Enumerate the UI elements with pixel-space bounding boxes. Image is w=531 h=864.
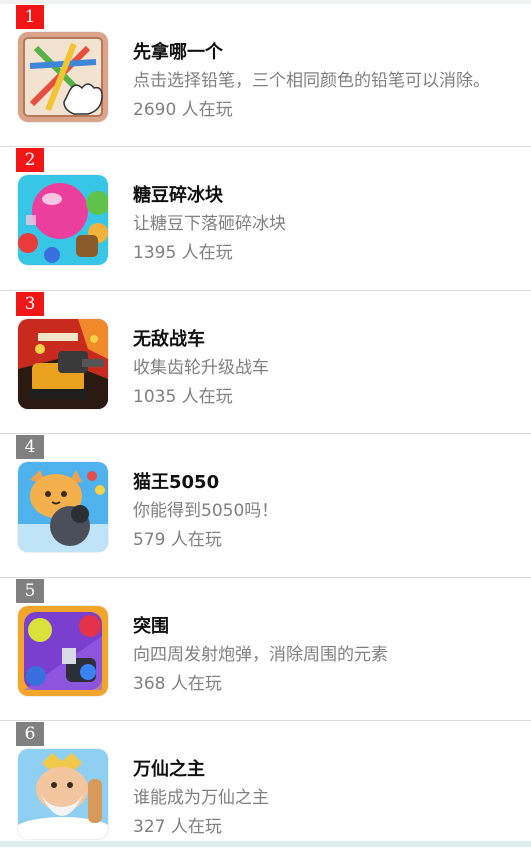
player-count: 368 人在玩 [133, 673, 222, 694]
player-count: 579 人在玩 [133, 530, 222, 551]
cannon-gems-icon[interactable] [18, 605, 108, 696]
candy-bubbles-icon[interactable] [18, 175, 108, 266]
cat-cannon-icon[interactable] [18, 462, 108, 553]
battle-tank-icon[interactable] [18, 318, 108, 409]
player-count: 1395 人在玩 [133, 243, 233, 264]
rank-badge: 1 [16, 5, 44, 29]
game-description: 让糖豆下落砸碎冰块 [133, 214, 286, 235]
immortal-elder-icon[interactable] [18, 748, 108, 839]
game-title[interactable]: 猫王5050 [133, 468, 219, 494]
game-description: 点击选择铅笔，三个相同颜色的铅笔可以消除。 [133, 71, 490, 91]
game-title[interactable]: 突围 [133, 612, 169, 638]
game-list-item[interactable]: 3 无敌战车 收集齿轮升级战车 1035 人在玩 [0, 291, 531, 435]
player-count: 2690 人在玩 [133, 100, 233, 120]
game-title[interactable]: 糖豆碎冰块 [133, 181, 223, 207]
rank-badge: 5 [16, 578, 44, 603]
game-list-item[interactable]: 4 猫王5050 你能得到5050吗！ 579 人在玩 [0, 434, 531, 578]
game-list-item[interactable]: 1 先拿哪一个 点击选择铅笔，三个相同颜色的铅笔可以消除。 2690 人在玩 [0, 4, 531, 148]
game-list-item[interactable]: 2 糖豆碎冰块 让糖豆下落砸碎冰块 1395 人在玩 [0, 147, 531, 291]
game-description: 向四周发射炮弹，消除周围的元素 [133, 644, 388, 665]
pencils-hand-icon[interactable] [18, 32, 108, 122]
player-count: 1035 人在玩 [133, 386, 233, 407]
game-title[interactable]: 先拿哪一个 [133, 38, 223, 64]
player-count: 327 人在玩 [133, 816, 222, 837]
game-ranking-list: 1 先拿哪一个 点击选择铅笔，三个相同颜色的铅笔可以消除。 2690 人在玩 2 [0, 4, 531, 864]
game-title[interactable]: 万仙之主 [133, 755, 205, 781]
rank-badge: 6 [16, 721, 44, 746]
bottom-edge [0, 841, 531, 847]
game-title[interactable]: 无敌战车 [133, 325, 205, 351]
rank-badge: 4 [16, 435, 44, 460]
game-list-item[interactable]: 5 突围 向四周发射炮弹，消除周围的元素 368 人在玩 [0, 578, 531, 721]
rank-badge: 2 [16, 148, 44, 173]
game-description: 收集齿轮升级战车 [133, 357, 269, 378]
game-description: 你能得到5050吗！ [133, 501, 279, 522]
rank-badge: 3 [16, 291, 44, 316]
game-description: 谁能成为万仙之主 [133, 787, 269, 808]
